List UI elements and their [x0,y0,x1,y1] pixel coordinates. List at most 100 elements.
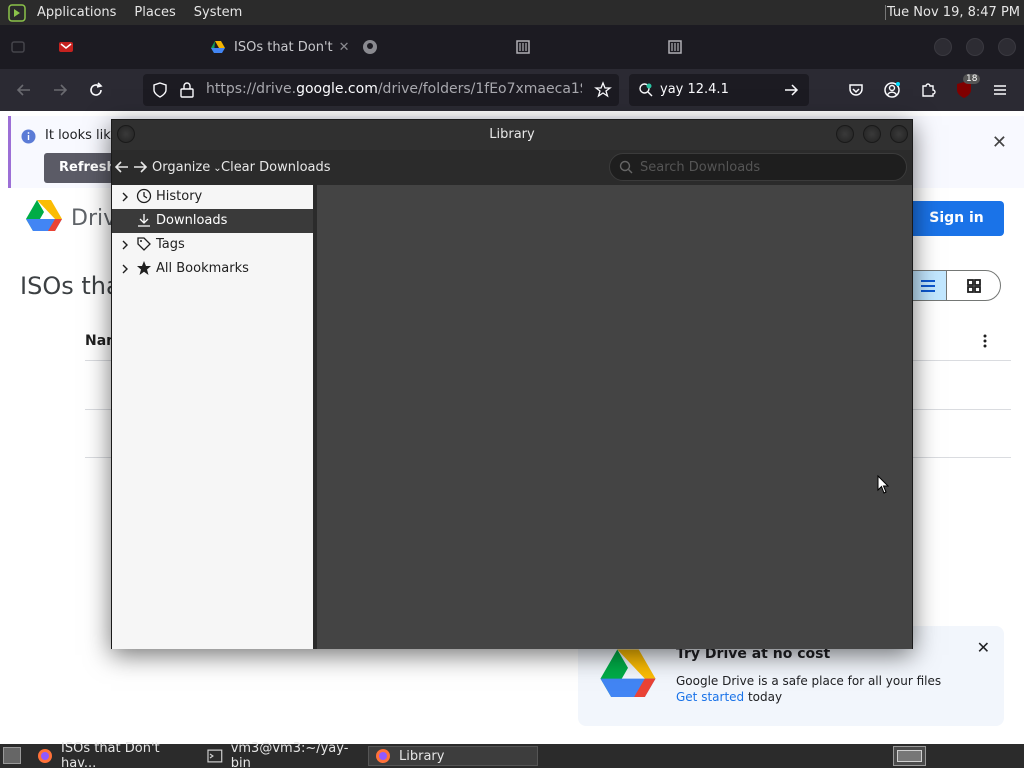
tab-archive-2[interactable] [667,25,691,69]
url-prefix: https://drive. [206,81,297,97]
search-downloads-input[interactable]: Search Downloads [609,153,907,181]
try-card-description: Google Drive is a safe place for all you… [676,674,942,688]
task-label: Library [399,748,445,764]
hamburger-menu-icon[interactable] [990,80,1010,100]
taskbar-item-browser[interactable]: ISOs that Don't hav... [31,741,199,768]
get-started-link[interactable]: Get started [676,690,744,704]
mint-logo-icon[interactable] [6,2,28,24]
reload-icon[interactable] [86,80,106,100]
search-icon [619,160,633,174]
browser-maximize-button[interactable] [966,38,984,56]
go-arrow-icon[interactable] [783,82,799,98]
account-icon[interactable] [882,80,902,100]
browser-minimize-button[interactable] [934,38,952,56]
browser-tab-strip: ISOs that Don't ✕ [0,25,1024,69]
expand-chevron-icon[interactable] [120,190,130,204]
library-close-button[interactable] [890,125,908,143]
tag-icon [137,237,151,251]
show-desktop-button[interactable] [3,747,21,764]
archive-icon [668,40,682,54]
organize-label: Organize [152,160,211,175]
tab-gmail[interactable] [58,25,82,69]
pocket-icon[interactable] [846,80,866,100]
notice-close-icon[interactable]: ✕ [992,132,1007,153]
google-drive-logo-icon [26,200,62,231]
google-drive-logo-icon [600,649,656,697]
tab-isos[interactable]: ISOs that Don't ✕ [210,25,350,69]
taskbar-item-library[interactable]: Library [368,746,538,766]
tree-item-downloads[interactable]: Downloads [112,209,313,233]
shield-icon[interactable] [151,81,169,99]
tree-item-history[interactable]: History [112,185,313,209]
tree-item-label: All Bookmarks [156,261,249,276]
grid-view-button[interactable] [946,271,1000,300]
system-menu[interactable]: System [185,0,251,25]
notice-text: It looks like [45,128,119,143]
back-icon[interactable] [14,80,34,100]
tab-archive-1[interactable] [515,25,539,69]
search-text: yay 12.4.1 [660,82,729,97]
search-placeholder: Search Downloads [640,160,761,175]
link-suffix: today [744,690,783,704]
library-toolbar: Organize ⌄ Clear Downloads Search Downloa… [112,150,912,185]
bookmark-star-icon[interactable] [594,81,612,99]
tree-item-label: Tags [156,237,185,252]
tab-list-button[interactable] [10,25,34,69]
library-titlebar[interactable]: Library [112,120,912,150]
organize-menu[interactable]: Organize ⌄ [152,160,222,175]
sign-in-button[interactable]: Sign in [909,201,1004,236]
bottom-taskbar: ISOs that Don't hav... vm3@vm3:~/yay-bin… [0,741,1024,768]
library-window: Library Organize ⌄ Clear Downloads Search… [111,119,913,649]
lock-icon[interactable] [179,81,195,99]
tree-item-all-bookmarks[interactable]: All Bookmarks [112,257,313,281]
url-text: https://drive.google.com/drive/folders/1… [206,81,582,97]
url-bar[interactable]: https://drive.google.com/drive/folders/1… [143,74,619,106]
clear-downloads-button[interactable]: Clear Downloads [221,160,331,175]
library-maximize-button[interactable] [863,125,881,143]
task-label: vm3@vm3:~/yay-bin [230,741,349,768]
tab-list-icon [11,41,25,53]
firefox-icon [38,749,52,763]
browser-close-button[interactable] [998,38,1016,56]
back-arrow-icon[interactable] [114,159,130,175]
try-card-close-icon[interactable]: ✕ [977,638,990,657]
tab-label: ISOs that Don't [234,39,333,55]
workspace-switcher[interactable] [893,746,926,766]
downloads-list[interactable] [317,185,912,649]
search-bar[interactable]: yay 12.4.1 [629,74,809,106]
ublock-extension-button[interactable]: 18 [954,74,981,100]
taskbar-item-terminal[interactable]: vm3@vm3:~/yay-bin [201,741,366,768]
tab-close-icon[interactable]: ✕ [339,40,350,55]
archive-icon [516,40,530,54]
applications-menu[interactable]: Applications [28,0,125,25]
workspace-1[interactable] [897,750,922,762]
library-title: Library [489,127,535,142]
clock[interactable]: Tue Nov 19, 8:47 PM [887,0,1020,25]
terminal-icon [207,749,223,763]
forward-icon[interactable] [50,80,70,100]
search-engine-icon [639,83,653,97]
expand-chevron-icon[interactable] [120,238,130,252]
google-drive-icon [211,41,225,53]
browser-nav-bar: https://drive.google.com/drive/folders/1… [0,69,1024,111]
extensions-icon[interactable] [918,80,938,100]
github-icon [363,40,377,54]
tree-item-label: History [156,189,203,204]
star-icon [137,261,151,275]
tree-item-label: Downloads [156,213,228,228]
library-minimize-button[interactable] [836,125,854,143]
info-icon [21,129,36,144]
expand-chevron-icon[interactable] [120,262,130,276]
forward-arrow-icon[interactable] [132,159,148,175]
tab-github[interactable] [362,25,386,69]
try-card-link-line: Get started today [676,690,782,704]
mouse-cursor-icon [877,475,889,494]
url-path: /drive/folders/1fEo7xmaeca1SQRN9 [377,81,582,97]
more-vert-icon[interactable] [983,334,987,348]
places-menu[interactable]: Places [125,0,184,25]
folder-title: ISOs tha [20,272,121,300]
download-icon [138,214,150,227]
library-sidebar: History Downloads Tags All Bookmarks [112,185,313,649]
list-view-icon [921,280,935,292]
tree-item-tags[interactable]: Tags [112,233,313,257]
